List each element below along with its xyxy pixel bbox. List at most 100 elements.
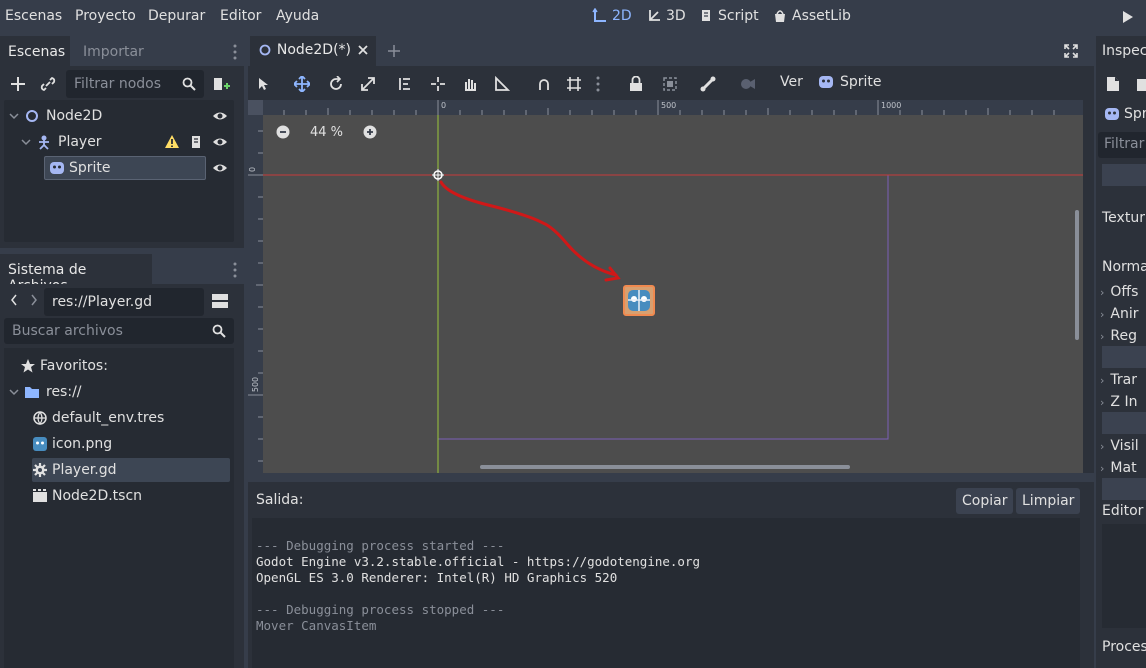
- favorites-item[interactable]: Favoritos:: [20, 354, 108, 378]
- menu-depurar[interactable]: Depurar: [148, 8, 205, 24]
- pivot-icon[interactable]: [428, 74, 448, 94]
- kinematic-body-icon: [39, 135, 49, 150]
- menu-proyecto[interactable]: Proyecto: [75, 8, 136, 24]
- tab-escenas[interactable]: Escenas: [0, 36, 70, 66]
- tab-filesystem[interactable]: Sistema de Archivos: [0, 254, 152, 294]
- select-mode-icon[interactable]: [254, 74, 274, 94]
- workspace-script-label: Script: [718, 8, 759, 24]
- snap-icon[interactable]: [534, 74, 554, 94]
- dock-menu-icon[interactable]: [232, 262, 238, 278]
- chevron-down-icon[interactable]: [8, 386, 20, 398]
- tree-row-player[interactable]: Player: [20, 130, 230, 154]
- editor-tabs: Node2D(*): [248, 36, 1094, 66]
- inspector-tab[interactable]: Inspec: [1096, 36, 1146, 66]
- list-select-icon[interactable]: [396, 74, 416, 94]
- inspector-panel: Spr Filtrar Textur Norma Editor Proces: [1096, 66, 1146, 668]
- inspector-filter-input[interactable]: Filtrar: [1098, 132, 1146, 158]
- file-item-default-env[interactable]: default_env.tres: [32, 406, 164, 430]
- workspace-2d-button[interactable]: 2D: [592, 8, 632, 24]
- globe-icon: [33, 411, 47, 426]
- play-icon[interactable]: [1122, 10, 1134, 24]
- back-arrow-icon[interactable]: [10, 294, 18, 306]
- script-attached-icon[interactable]: [188, 134, 204, 150]
- copy-button[interactable]: Copiar: [956, 488, 1014, 514]
- path-input[interactable]: res://Player.gd: [44, 288, 204, 316]
- workspace-assetlib-button[interactable]: AssetLib: [772, 8, 851, 24]
- search-files-input[interactable]: Buscar archivos: [4, 318, 234, 344]
- canvas-scene: [263, 115, 1083, 473]
- snap-options-icon[interactable]: [592, 74, 604, 94]
- chevron-down-icon[interactable]: [20, 136, 32, 148]
- star-icon: [21, 359, 35, 373]
- view-menu[interactable]: Ver: [780, 74, 803, 90]
- menu-escenas[interactable]: Escenas: [5, 8, 62, 24]
- inspector-row-offset[interactable]: › Offs: [1100, 284, 1138, 300]
- inspector-row-material[interactable]: › Mat: [1100, 460, 1137, 476]
- zoom-level[interactable]: 44 %: [310, 125, 343, 140]
- node2d-icon: [26, 110, 38, 122]
- inspector-row-region[interactable]: › Reg: [1100, 328, 1137, 344]
- file-item-node2d-tscn[interactable]: Node2D.tscn: [32, 484, 142, 508]
- visibility-eye-icon[interactable]: [212, 160, 228, 176]
- chevron-down-icon[interactable]: [8, 110, 20, 122]
- clear-button[interactable]: Limpiar: [1016, 488, 1081, 514]
- tree-row-node2d[interactable]: Node2D: [8, 104, 230, 128]
- inspector-row-transform[interactable]: › Trar: [1100, 372, 1137, 388]
- add-tab-icon[interactable]: [386, 43, 402, 59]
- ruler-icon[interactable]: [492, 74, 512, 94]
- vertical-scrollbar[interactable]: [1075, 210, 1079, 340]
- group-icon[interactable]: [660, 74, 680, 94]
- tab-node2d-scene[interactable]: Node2D(*): [250, 36, 376, 66]
- link-icon[interactable]: [40, 76, 56, 92]
- add-node-icon[interactable]: [10, 76, 26, 92]
- viewport-border: [1083, 100, 1094, 473]
- split-view-icon[interactable]: [212, 294, 228, 308]
- file-item-icon-png[interactable]: icon.png: [32, 432, 112, 456]
- file-item-player-gd[interactable]: Player.gd: [32, 458, 230, 482]
- output-line: OpenGL ES 3.0 Renderer: Intel(R) HD Grap…: [256, 570, 618, 585]
- pan-hand-icon[interactable]: [460, 74, 480, 94]
- row-label: Offs: [1110, 284, 1139, 300]
- tree-row-sprite[interactable]: Sprite: [44, 156, 206, 180]
- zoom-in-icon[interactable]: [363, 125, 377, 139]
- visibility-eye-icon[interactable]: [212, 108, 228, 124]
- horizontal-scrollbar[interactable]: [480, 465, 850, 469]
- distraction-free-icon[interactable]: [1064, 44, 1078, 58]
- canvas-viewport[interactable]: 0 500 1000 0 500 44 %: [248, 100, 1083, 473]
- sprite-menu[interactable]: Sprite: [818, 74, 882, 90]
- process-label: Proces: [1102, 639, 1146, 655]
- menu-ayuda[interactable]: Ayuda: [276, 8, 319, 24]
- workspace-script-button[interactable]: Script: [698, 8, 759, 24]
- zoom-out-icon[interactable]: [276, 125, 290, 139]
- camera-override-icon[interactable]: [738, 74, 758, 94]
- menu-editor[interactable]: Editor: [220, 8, 261, 24]
- scale-mode-icon[interactable]: [358, 74, 378, 94]
- filter-nodes-input[interactable]: Filtrar nodos: [66, 70, 204, 98]
- inspector-row-z-index[interactable]: › Z In: [1100, 394, 1137, 410]
- rotate-mode-icon[interactable]: [326, 74, 346, 94]
- inspector-node-row[interactable]: Spr: [1104, 106, 1146, 122]
- row-label: Visil: [1110, 438, 1139, 454]
- inspector-row-animation[interactable]: › Anir: [1100, 306, 1139, 322]
- chevron-right-icon: ›: [1100, 285, 1105, 299]
- menu-bar: Escenas Proyecto Depurar Editor Ayuda 2D…: [0, 0, 1146, 34]
- warning-icon[interactable]: [164, 134, 180, 150]
- lock-icon[interactable]: [626, 74, 646, 94]
- inspector-row-visibility[interactable]: › Visil: [1100, 438, 1139, 454]
- move-mode-icon[interactable]: [292, 74, 312, 94]
- tab-importar[interactable]: Importar: [75, 36, 152, 66]
- new-resource-icon[interactable]: [1106, 76, 1120, 92]
- res-folder-item[interactable]: res://: [8, 380, 82, 404]
- visibility-eye-icon[interactable]: [212, 134, 228, 150]
- output-log[interactable]: --- Debugging process started --- Godot …: [252, 518, 1080, 668]
- load-resource-icon[interactable]: [1136, 76, 1146, 92]
- instance-script-icon[interactable]: [212, 76, 230, 92]
- bone-icon[interactable]: [698, 74, 718, 94]
- grid-snap-icon[interactable]: [564, 74, 584, 94]
- forward-arrow-icon[interactable]: [30, 294, 38, 306]
- workspace-2d-label: 2D: [612, 8, 632, 24]
- annotation-arrow: [439, 180, 618, 277]
- workspace-3d-button[interactable]: 3D: [646, 8, 686, 24]
- dock-menu-icon[interactable]: [232, 44, 238, 60]
- close-icon[interactable]: [357, 44, 368, 56]
